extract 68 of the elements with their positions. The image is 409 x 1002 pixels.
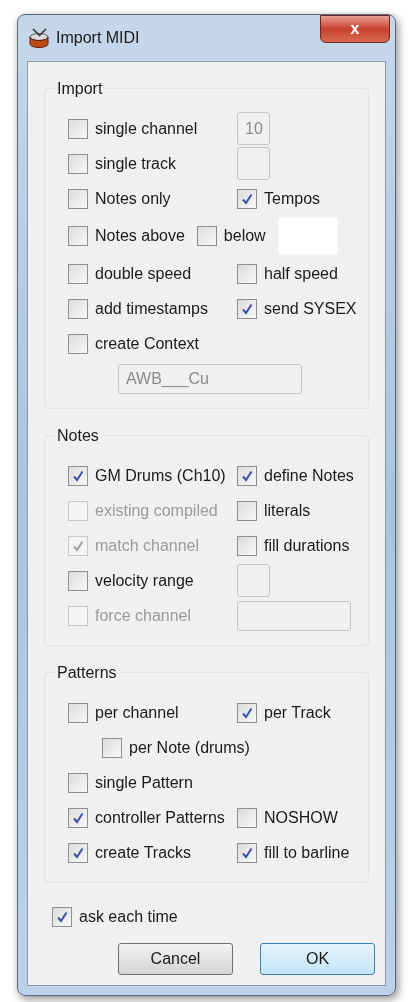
dialog-button[interactable]: Cancel <box>118 943 233 975</box>
checkbox-label: Tempos <box>264 188 321 209</box>
checkbox-label: per channel <box>95 702 179 723</box>
checkbox-label: per Track <box>264 702 331 723</box>
checkbox-label: double speed <box>95 263 192 284</box>
checkbox-label: define Notes <box>264 465 354 486</box>
checkbox-label: controller Patterns <box>95 807 225 828</box>
checkbox-label: fill durations <box>264 535 350 556</box>
check-icon <box>241 192 253 205</box>
close-button[interactable]: x <box>320 15 390 43</box>
checkbox[interactable] <box>237 807 257 828</box>
checkbox[interactable] <box>68 807 88 828</box>
checkbox[interactable] <box>237 298 257 319</box>
drum-icon <box>28 27 50 49</box>
checkbox-label: send SYSEX <box>264 298 357 319</box>
checkbox[interactable] <box>68 842 88 863</box>
checkbox[interactable] <box>237 263 257 284</box>
checkbox-label: create Context <box>95 333 200 354</box>
checkbox[interactable] <box>68 298 88 319</box>
check-icon <box>72 469 84 482</box>
checkbox-label: add timestamps <box>95 298 208 319</box>
checkbox[interactable] <box>52 907 72 927</box>
checkbox-label: match channel <box>95 535 200 556</box>
checkbox[interactable] <box>68 333 88 354</box>
checkbox-label: NOSHOW <box>264 807 338 828</box>
checkbox[interactable] <box>68 570 88 591</box>
checkbox-label: single Pattern <box>95 772 193 793</box>
checkbox[interactable] <box>68 465 88 486</box>
checkbox[interactable] <box>196 226 217 246</box>
check-icon <box>72 539 84 552</box>
dialog-button[interactable]: OK <box>260 943 375 975</box>
checkbox[interactable] <box>102 737 122 758</box>
checkbox-label: Notes above <box>95 226 185 246</box>
checkbox-label: velocity range <box>95 570 194 591</box>
check-icon <box>72 811 84 824</box>
checkbox-label: single channel <box>95 118 198 139</box>
checkbox[interactable] <box>68 772 88 793</box>
window-title: Import MIDI <box>56 28 140 48</box>
checkbox[interactable] <box>68 188 88 209</box>
checkbox[interactable] <box>68 118 88 139</box>
checkbox-label: Notes only <box>95 188 171 209</box>
check-icon <box>241 302 253 315</box>
checkbox[interactable] <box>237 465 257 486</box>
checkbox[interactable] <box>237 188 257 209</box>
checkbox-label: force channel <box>95 605 192 626</box>
checkbox-label: create Tracks <box>95 842 192 863</box>
checkbox[interactable] <box>68 702 88 723</box>
checkbox-label: GM Drums (Ch10) <box>95 465 226 486</box>
check-icon <box>241 846 253 859</box>
check-icon <box>72 846 84 859</box>
checkbox[interactable] <box>237 702 257 723</box>
checkbox[interactable] <box>237 535 257 556</box>
checkbox-label: existing compiled <box>95 500 218 521</box>
checkbox[interactable] <box>68 263 88 284</box>
check-icon <box>241 706 253 719</box>
checkbox-label: per Note (drums) <box>129 737 250 758</box>
checkbox-label: half speed <box>264 263 338 284</box>
checkbox-label: literals <box>264 500 311 521</box>
checkbox-label: single track <box>95 153 176 174</box>
check-icon <box>56 911 68 923</box>
checkbox[interactable] <box>237 842 257 863</box>
checkbox[interactable] <box>68 226 88 246</box>
check-icon <box>241 469 253 482</box>
checkbox[interactable] <box>237 500 257 521</box>
checkbox-label: below <box>223 226 266 246</box>
checkbox[interactable] <box>68 153 88 174</box>
checkbox-label: fill to barline <box>264 842 350 863</box>
checkbox-label: ask each time <box>79 907 178 927</box>
